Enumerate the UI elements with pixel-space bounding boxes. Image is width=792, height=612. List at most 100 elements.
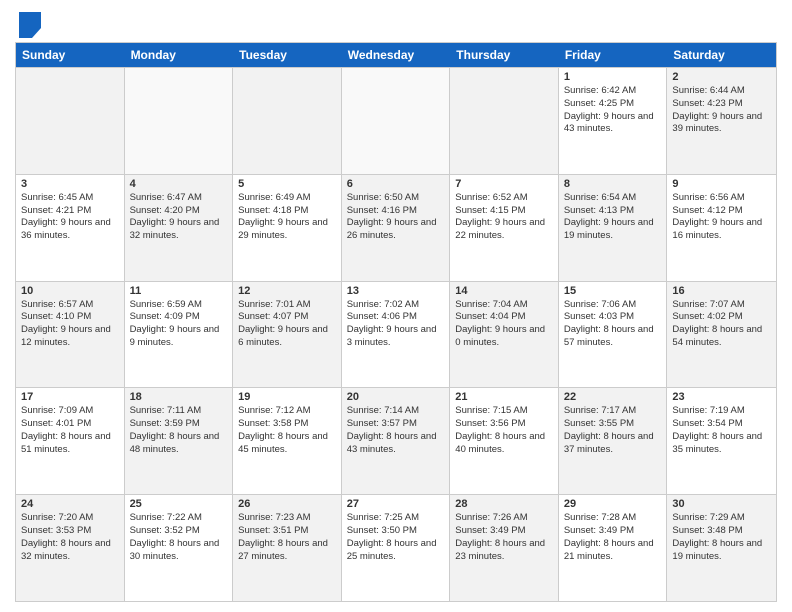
calendar-cell: 3 Sunrise: 6:45 AM Sunset: 4:21 PM Daylig… — [16, 175, 125, 281]
day-number: 1 — [564, 71, 662, 83]
day-number: 25 — [130, 498, 228, 510]
calendar-row: 10Sunrise: 6:57 AM Sunset: 4:10 PM Dayli… — [16, 281, 776, 388]
weekday-header: Saturday — [667, 43, 776, 67]
day-number: 17 — [21, 391, 119, 403]
day-info: Sunrise: 7:07 AM Sunset: 4:02 PM Dayligh… — [672, 299, 771, 350]
calendar-row: 17 Sunrise: 7:09 AM Sunset: 4:01 PM Dayli… — [16, 387, 776, 494]
day-info: Sunrise: 7:19 AM Sunset: 3:54 PM Dayligh… — [672, 405, 771, 456]
day-info: Sunrise: 7:14 AM Sunset: 3:57 PM Dayligh… — [347, 405, 445, 456]
day-number: 29 — [564, 498, 662, 510]
calendar-cell: 13 Sunrise: 7:02 AM Sunset: 4:06 PM Dayli… — [342, 282, 451, 388]
day-number: 4 — [130, 178, 228, 190]
calendar-cell: 15 Sunrise: 7:06 AM Sunset: 4:03 PM Dayli… — [559, 282, 668, 388]
calendar-cell: 21 Sunrise: 7:15 AM Sunset: 3:56 PM Dayli… — [450, 388, 559, 494]
calendar-cell: 29 Sunrise: 7:28 AM Sunset: 3:49 PM Dayli… — [559, 495, 668, 601]
calendar-cell: 9Sunrise: 6:56 AM Sunset: 4:12 PM Daylig… — [667, 175, 776, 281]
day-number: 26 — [238, 498, 336, 510]
day-info: Sunrise: 7:17 AM Sunset: 3:55 PM Dayligh… — [564, 405, 662, 456]
day-number: 13 — [347, 285, 445, 297]
day-info: Sunrise: 7:28 AM Sunset: 3:49 PM Dayligh… — [564, 512, 662, 563]
day-info: Sunrise: 7:29 AM Sunset: 3:48 PM Dayligh… — [672, 512, 771, 563]
day-info: Sunrise: 7:04 AM Sunset: 4:04 PM Dayligh… — [455, 299, 553, 350]
day-info: Sunrise: 6:45 AM Sunset: 4:21 PM Dayligh… — [21, 192, 119, 243]
day-number: 8 — [564, 178, 662, 190]
calendar-cell: 19 Sunrise: 7:12 AM Sunset: 3:58 PM Dayli… — [233, 388, 342, 494]
weekday-header: Monday — [125, 43, 234, 67]
weekday-header: Thursday — [450, 43, 559, 67]
day-info: Sunrise: 7:23 AM Sunset: 3:51 PM Dayligh… — [238, 512, 336, 563]
calendar-header: SundayMondayTuesdayWednesdayThursdayFrid… — [16, 43, 776, 67]
day-number: 16 — [672, 285, 771, 297]
calendar-cell: 23 Sunrise: 7:19 AM Sunset: 3:54 PM Dayli… — [667, 388, 776, 494]
day-number: 15 — [564, 285, 662, 297]
day-info: Sunrise: 7:06 AM Sunset: 4:03 PM Dayligh… — [564, 299, 662, 350]
day-info: Sunrise: 7:20 AM Sunset: 3:53 PM Dayligh… — [21, 512, 119, 563]
day-number: 12 — [238, 285, 336, 297]
day-info: Sunrise: 6:59 AM Sunset: 4:09 PM Dayligh… — [130, 299, 228, 350]
day-number: 2 — [672, 71, 771, 83]
calendar-cell — [342, 68, 451, 174]
day-info: Sunrise: 6:54 AM Sunset: 4:13 PM Dayligh… — [564, 192, 662, 243]
calendar-cell: 20 Sunrise: 7:14 AM Sunset: 3:57 PM Dayli… — [342, 388, 451, 494]
calendar-body: 1 Sunrise: 6:42 AM Sunset: 4:25 PM Daylig… — [16, 67, 776, 601]
day-number: 20 — [347, 391, 445, 403]
day-info: Sunrise: 6:49 AM Sunset: 4:18 PM Dayligh… — [238, 192, 336, 243]
calendar-cell: 1 Sunrise: 6:42 AM Sunset: 4:25 PM Daylig… — [559, 68, 668, 174]
day-info: Sunrise: 7:12 AM Sunset: 3:58 PM Dayligh… — [238, 405, 336, 456]
day-number: 21 — [455, 391, 553, 403]
day-number: 3 — [21, 178, 119, 190]
day-number: 24 — [21, 498, 119, 510]
calendar-cell: 24 Sunrise: 7:20 AM Sunset: 3:53 PM Dayli… — [16, 495, 125, 601]
calendar-cell: 22Sunrise: 7:17 AM Sunset: 3:55 PM Dayli… — [559, 388, 668, 494]
weekday-header: Friday — [559, 43, 668, 67]
day-info: Sunrise: 7:02 AM Sunset: 4:06 PM Dayligh… — [347, 299, 445, 350]
calendar-cell — [450, 68, 559, 174]
day-number: 23 — [672, 391, 771, 403]
day-number: 6 — [347, 178, 445, 190]
day-info: Sunrise: 6:47 AM Sunset: 4:20 PM Dayligh… — [130, 192, 228, 243]
day-number: 30 — [672, 498, 771, 510]
logo-icon — [19, 12, 41, 38]
day-number: 7 — [455, 178, 553, 190]
day-number: 27 — [347, 498, 445, 510]
calendar-cell: 7 Sunrise: 6:52 AM Sunset: 4:15 PM Daylig… — [450, 175, 559, 281]
day-info: Sunrise: 7:22 AM Sunset: 3:52 PM Dayligh… — [130, 512, 228, 563]
day-info: Sunrise: 6:52 AM Sunset: 4:15 PM Dayligh… — [455, 192, 553, 243]
day-number: 5 — [238, 178, 336, 190]
day-number: 10 — [21, 285, 119, 297]
day-info: Sunrise: 6:44 AM Sunset: 4:23 PM Dayligh… — [672, 85, 771, 136]
day-number: 19 — [238, 391, 336, 403]
day-info: Sunrise: 7:25 AM Sunset: 3:50 PM Dayligh… — [347, 512, 445, 563]
calendar-row: 1 Sunrise: 6:42 AM Sunset: 4:25 PM Daylig… — [16, 67, 776, 174]
calendar: SundayMondayTuesdayWednesdayThursdayFrid… — [15, 42, 777, 602]
calendar-cell: 5 Sunrise: 6:49 AM Sunset: 4:18 PM Daylig… — [233, 175, 342, 281]
logo — [15, 10, 41, 38]
day-info: Sunrise: 7:09 AM Sunset: 4:01 PM Dayligh… — [21, 405, 119, 456]
calendar-cell — [16, 68, 125, 174]
page: SundayMondayTuesdayWednesdayThursdayFrid… — [0, 0, 792, 612]
calendar-cell: 6 Sunrise: 6:50 AM Sunset: 4:16 PM Daylig… — [342, 175, 451, 281]
day-number: 28 — [455, 498, 553, 510]
day-info: Sunrise: 7:15 AM Sunset: 3:56 PM Dayligh… — [455, 405, 553, 456]
day-number: 18 — [130, 391, 228, 403]
weekday-header: Wednesday — [342, 43, 451, 67]
day-number: 14 — [455, 285, 553, 297]
calendar-cell — [125, 68, 234, 174]
day-info: Sunrise: 7:26 AM Sunset: 3:49 PM Dayligh… — [455, 512, 553, 563]
day-info: Sunrise: 6:50 AM Sunset: 4:16 PM Dayligh… — [347, 192, 445, 243]
calendar-cell: 2 Sunrise: 6:44 AM Sunset: 4:23 PM Daylig… — [667, 68, 776, 174]
calendar-row: 24 Sunrise: 7:20 AM Sunset: 3:53 PM Dayli… — [16, 494, 776, 601]
calendar-cell: 28 Sunrise: 7:26 AM Sunset: 3:49 PM Dayli… — [450, 495, 559, 601]
day-number: 11 — [130, 285, 228, 297]
calendar-cell: 30 Sunrise: 7:29 AM Sunset: 3:48 PM Dayli… — [667, 495, 776, 601]
calendar-cell: 25 Sunrise: 7:22 AM Sunset: 3:52 PM Dayli… — [125, 495, 234, 601]
calendar-row: 3 Sunrise: 6:45 AM Sunset: 4:21 PM Daylig… — [16, 174, 776, 281]
calendar-cell: 17 Sunrise: 7:09 AM Sunset: 4:01 PM Dayli… — [16, 388, 125, 494]
day-info: Sunrise: 7:01 AM Sunset: 4:07 PM Dayligh… — [238, 299, 336, 350]
day-number: 9 — [672, 178, 771, 190]
calendar-cell — [233, 68, 342, 174]
day-info: Sunrise: 6:42 AM Sunset: 4:25 PM Dayligh… — [564, 85, 662, 136]
calendar-cell: 4 Sunrise: 6:47 AM Sunset: 4:20 PM Daylig… — [125, 175, 234, 281]
calendar-cell: 12 Sunrise: 7:01 AM Sunset: 4:07 PM Dayli… — [233, 282, 342, 388]
calendar-cell: 11 Sunrise: 6:59 AM Sunset: 4:09 PM Dayli… — [125, 282, 234, 388]
